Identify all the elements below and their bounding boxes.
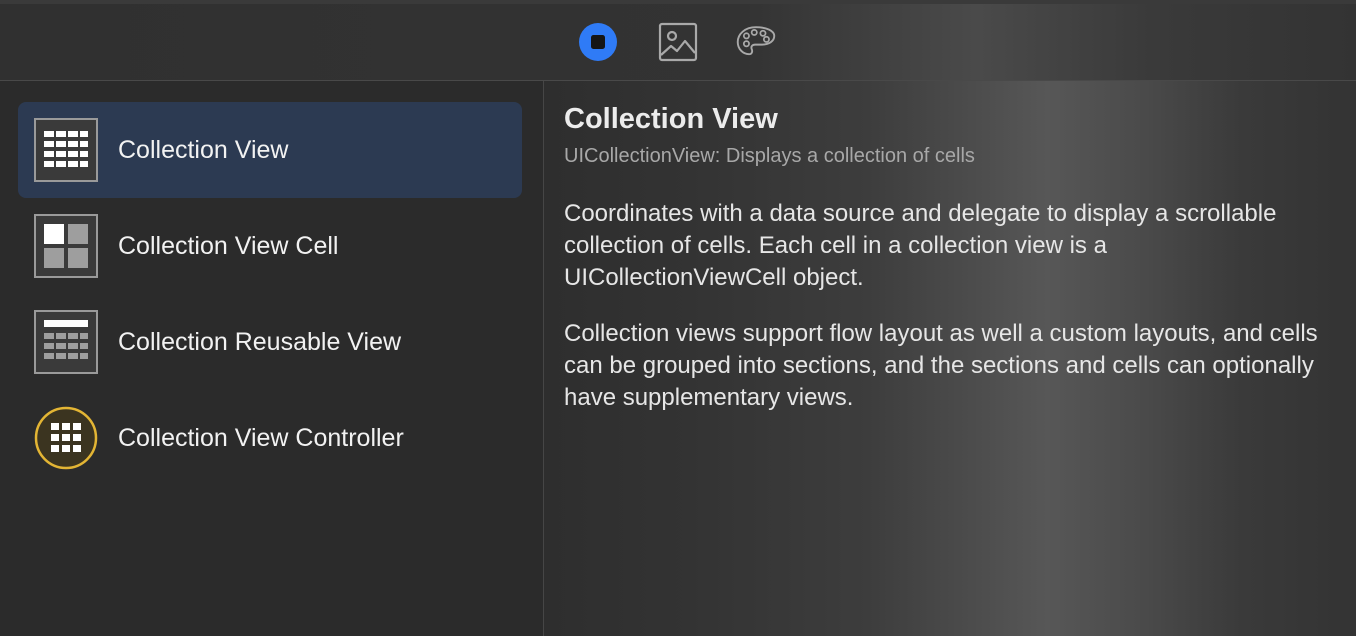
library-toolbar [0, 4, 1356, 81]
tab-objects-library[interactable] [578, 22, 618, 62]
library-item-label: Collection View [118, 136, 289, 164]
collection-view-icon [34, 118, 98, 182]
media-library-icon [658, 22, 698, 62]
detail-description: Coordinates with a data source and deleg… [564, 200, 1277, 291]
library-item-label: Collection View Cell [118, 232, 339, 260]
collection-view-controller-icon [34, 406, 98, 470]
detail-title: Collection View [564, 103, 778, 135]
library-item-collection-view[interactable]: Collection View [18, 102, 522, 198]
detail-subtitle: UICollectionView: Displays a collection … [564, 145, 975, 167]
library-item-collection-reusable-view[interactable]: Collection Reusable View [18, 294, 522, 390]
objects-library-icon [579, 23, 617, 61]
library-item-label: Collection Reusable View [118, 328, 402, 356]
library-item-collection-view-cell[interactable]: Collection View Cell [18, 198, 522, 294]
tab-color-palette[interactable] [736, 22, 776, 62]
collection-view-cell-icon [34, 214, 98, 278]
detail-description: Collection views support flow layout as … [564, 320, 1318, 411]
library-item-label: Collection View Controller [118, 424, 404, 452]
color-palette-icon [736, 26, 776, 56]
detail-pane: Collection View UICollectionView: Displa… [544, 81, 1356, 636]
collection-reusable-view-icon [34, 310, 98, 374]
library-window: Collection View Collection View Cell Col… [0, 0, 1356, 636]
library-item-collection-view-controller[interactable]: Collection View Controller [18, 390, 522, 486]
library-list: Collection View Collection View Cell Col… [0, 81, 544, 636]
tab-media-library[interactable] [658, 22, 698, 62]
